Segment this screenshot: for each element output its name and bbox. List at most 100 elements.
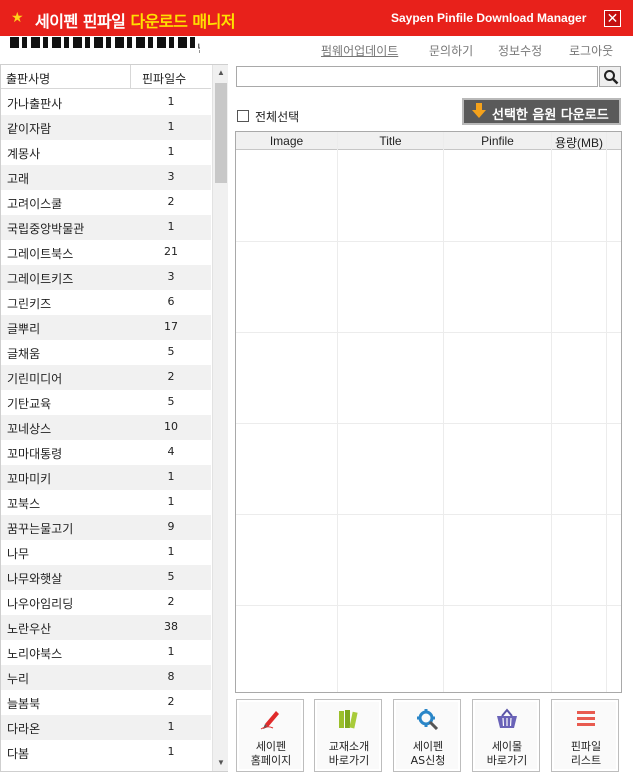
list-scrollbar[interactable]: ▲ ▼	[212, 65, 228, 771]
pinfile-count: 1	[167, 720, 175, 733]
column-header-publisher[interactable]: 출판사명	[6, 70, 50, 87]
button-label-line2: AS신청	[410, 754, 446, 767]
user-name: 님	[10, 37, 200, 53]
publisher-row[interactable]: 꼬북스 1	[1, 490, 211, 515]
publisher-name: 계몽사	[7, 147, 41, 161]
grid-line	[337, 132, 338, 692]
edit-info-link[interactable]: 정보수정	[498, 42, 542, 59]
firmware-update-link[interactable]: 펌웨어업데이트	[321, 42, 398, 59]
textbook-intro-button[interactable]: 교재소개 바로가기	[314, 699, 382, 772]
pinfile-count: 3	[167, 170, 175, 183]
column-header-pinfile[interactable]: Pinfile	[444, 134, 551, 148]
publisher-row[interactable]: 꼬네상스 10	[1, 415, 211, 440]
publisher-row[interactable]: 국립중앙박물관 1	[1, 215, 211, 240]
publisher-row[interactable]: 그린키즈 6	[1, 290, 211, 315]
publisher-row[interactable]: 나무와햇살 5	[1, 565, 211, 590]
publisher-name: 노리야북스	[7, 647, 63, 661]
search-button[interactable]	[599, 66, 621, 87]
publisher-row[interactable]: 같이자람 1	[1, 115, 211, 140]
column-divider	[130, 65, 131, 89]
publisher-row[interactable]: 기탄교육 5	[1, 390, 211, 415]
publisher-row[interactable]: 그레이트키즈 3	[1, 265, 211, 290]
publisher-row[interactable]: 다라온 1	[1, 715, 211, 740]
publisher-row[interactable]: 다봄 1	[1, 740, 211, 765]
publisher-row[interactable]: 계몽사 1	[1, 140, 211, 165]
pinfile-count: 3	[167, 270, 175, 283]
publisher-name: 꼬마대통령	[7, 447, 63, 461]
publisher-name: 다라온	[7, 722, 41, 736]
publisher-name: 나무	[7, 547, 30, 561]
pinfile-count: 1	[167, 470, 175, 483]
publisher-row[interactable]: 나무 1	[1, 540, 211, 565]
column-header-image[interactable]: Image	[236, 134, 337, 148]
pinfile-count: 5	[167, 345, 175, 358]
publisher-name: 국립중앙박물관	[7, 222, 85, 236]
column-header-count[interactable]: 핀파일수	[142, 70, 186, 87]
publisher-row[interactable]: 꿈꾸는물고기 9	[1, 515, 211, 540]
pen-icon	[260, 711, 279, 730]
publisher-name: 고래	[7, 172, 30, 186]
publisher-name: 노란우산	[7, 622, 52, 636]
publisher-row[interactable]: 꼬마미키 1	[1, 465, 211, 490]
saypen-homepage-button[interactable]: 세이펜 홈페이지	[236, 699, 304, 772]
inquiry-link[interactable]: 문의하기	[429, 42, 473, 59]
as-request-button[interactable]: 세이펜 AS신청	[393, 699, 461, 772]
pinfile-list-button[interactable]: 핀파일 리스트	[551, 699, 619, 772]
publisher-row[interactable]: 고래 3	[1, 165, 211, 190]
scroll-down-icon[interactable]: ▼	[213, 755, 229, 771]
gear-icon	[417, 709, 439, 730]
app-title-part1: 세이펜 핀파일	[35, 12, 131, 31]
publisher-name: 누리	[7, 672, 30, 686]
grid-line	[236, 241, 621, 242]
select-all-checkbox[interactable]	[237, 110, 249, 122]
publisher-row[interactable]: 기린미디어 2	[1, 365, 211, 390]
publisher-row[interactable]: 누리 8	[1, 665, 211, 690]
publisher-name: 나우아임리딩	[7, 597, 74, 611]
logout-link[interactable]: 로그아웃	[569, 42, 613, 59]
download-selected-button[interactable]: 선택한 음원 다운로드	[462, 98, 621, 125]
pinfile-count: 9	[167, 520, 175, 533]
publisher-name: 꼬마미키	[7, 472, 52, 486]
scroll-up-icon[interactable]: ▲	[213, 65, 229, 81]
search-icon	[604, 70, 619, 85]
pinfile-table-header: Image Title Pinfile 용량(MB)	[236, 132, 621, 151]
select-all-label[interactable]: 전체선택	[255, 108, 299, 125]
column-header-size[interactable]: 용량(MB)	[552, 134, 606, 151]
publisher-row[interactable]: 가나출판사 1	[1, 90, 211, 115]
star-icon: ★	[11, 9, 24, 25]
publisher-name: 기탄교육	[7, 397, 52, 411]
publisher-name: 글뿌리	[7, 322, 41, 336]
user-suffix: 님	[197, 40, 200, 53]
publisher-row[interactable]: 노리야북스 1	[1, 640, 211, 665]
redacted-username	[10, 37, 195, 48]
publisher-row[interactable]: 그레이트북스 21	[1, 240, 211, 265]
pinfile-count: 1	[167, 220, 175, 233]
pinfile-count: 1	[167, 95, 175, 108]
publisher-row[interactable]: 꼬마대통령 4	[1, 440, 211, 465]
column-header-title[interactable]: Title	[338, 134, 443, 148]
title-bar: ★ 세이펜 핀파일 다운로드 매니저 Saypen Pinfile Downlo…	[0, 0, 633, 36]
list-icon	[577, 711, 595, 726]
pinfile-count: 2	[167, 695, 175, 708]
publisher-list-header: 출판사명 핀파일수	[1, 65, 211, 89]
search-input[interactable]	[236, 66, 598, 87]
publisher-row[interactable]: 늘봄북 2	[1, 690, 211, 715]
publisher-name: 그린키즈	[7, 297, 52, 311]
publisher-list: 출판사명 핀파일수 가나출판사 1 같이자람 1 계몽사 1 고래 3 고려이스쿨 2 국립중앙박물…	[0, 64, 228, 772]
app-title-highlight: 다운로드 매니저	[130, 12, 236, 31]
close-button[interactable]: ✕	[604, 10, 621, 27]
publisher-row[interactable]: 나우아임리딩 2	[1, 590, 211, 615]
publisher-row[interactable]: 글뿌리 17	[1, 315, 211, 340]
grid-line	[236, 514, 621, 515]
pinfile-count: 5	[167, 570, 175, 583]
saymall-button[interactable]: 세이몰 바로가기	[472, 699, 540, 772]
books-icon	[339, 710, 358, 729]
publisher-row[interactable]: 고려이스쿨 2	[1, 190, 211, 215]
publisher-row[interactable]: 글채움 5	[1, 340, 211, 365]
publisher-name: 기린미디어	[7, 372, 63, 386]
publisher-row[interactable]: 노란우산 38	[1, 615, 211, 640]
publisher-name: 그레이트북스	[7, 247, 74, 261]
scroll-thumb[interactable]	[215, 83, 227, 183]
app-title: 세이펜 핀파일 다운로드 매니저	[35, 8, 236, 32]
pinfile-count: 4	[167, 445, 175, 458]
